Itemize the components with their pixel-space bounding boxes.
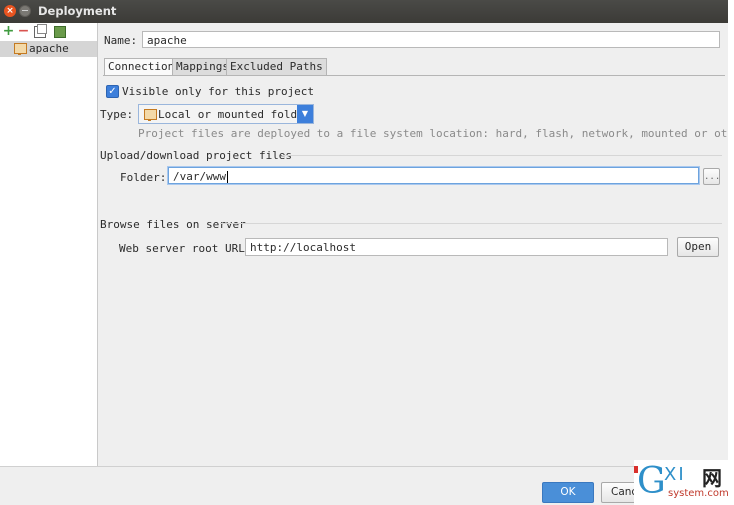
upload-section-title: Upload/download project files <box>100 149 293 162</box>
web-root-label: Web server root URL: <box>119 242 252 255</box>
chevron-down-icon[interactable]: ▼ <box>297 105 313 123</box>
web-root-input[interactable]: http://localhost <box>245 238 668 256</box>
dialog-button-bar: OK Canc <box>0 466 728 505</box>
type-select[interactable]: Local or mounted folder ▼ <box>138 104 314 124</box>
visible-only-label: Visible only for this project <box>122 85 315 98</box>
server-list-item-label: apache <box>29 42 69 55</box>
local-folder-icon <box>144 109 157 121</box>
add-icon[interactable]: + <box>2 24 15 38</box>
minimize-window-button[interactable] <box>19 5 31 17</box>
visible-only-checkbox[interactable]: ✓ <box>106 85 119 98</box>
watermark-xi: XI <box>664 464 686 485</box>
server-settings-panel: Name: apache Connection Mappings Exclude… <box>98 23 728 466</box>
tab-mappings[interactable]: Mappings <box>172 58 233 75</box>
watermark-logo: G XI 网 system.com <box>634 460 734 505</box>
type-label: Type: <box>100 108 134 121</box>
copy-icon[interactable] <box>34 24 47 38</box>
name-input[interactable]: apache <box>142 31 720 48</box>
watermark-net: 网 <box>702 466 722 490</box>
folder-input[interactable]: /var/www <box>168 167 699 184</box>
window-title: Deployment <box>38 4 117 18</box>
server-list-item-apache[interactable]: apache <box>0 41 97 57</box>
watermark-g: G <box>637 461 666 502</box>
folder-input-value: /var/www <box>173 170 226 183</box>
browse-section-divider <box>220 223 722 224</box>
tab-underline <box>103 75 725 76</box>
open-button[interactable]: Open <box>677 237 719 257</box>
tab-connection[interactable]: Connection <box>104 58 179 76</box>
close-window-button[interactable]: × <box>4 5 16 17</box>
title-bar: × Deployment <box>0 0 728 23</box>
upload-section-divider <box>282 155 722 156</box>
ok-button[interactable]: OK <box>542 482 594 503</box>
type-select-value: Local or mounted folder <box>158 108 311 121</box>
browse-folder-button[interactable]: ... <box>703 168 720 185</box>
deployment-dialog: × Deployment + − apache Name: apache Con… <box>0 0 728 505</box>
text-caret <box>226 171 228 183</box>
remove-icon[interactable]: − <box>17 24 30 38</box>
watermark-domain: system.com <box>668 488 729 499</box>
server-list-toolbar: + − <box>0 23 97 41</box>
browse-section-title: Browse files on server <box>100 218 246 231</box>
type-hint: Project files are deployed to a file sys… <box>138 127 728 140</box>
server-folder-icon <box>14 43 27 55</box>
folder-label: Folder: <box>120 171 167 184</box>
tab-excluded-paths[interactable]: Excluded Paths <box>226 58 327 75</box>
server-list-panel: + − apache <box>0 23 98 466</box>
use-as-default-icon[interactable] <box>54 26 66 38</box>
name-label: Name: <box>104 34 138 47</box>
